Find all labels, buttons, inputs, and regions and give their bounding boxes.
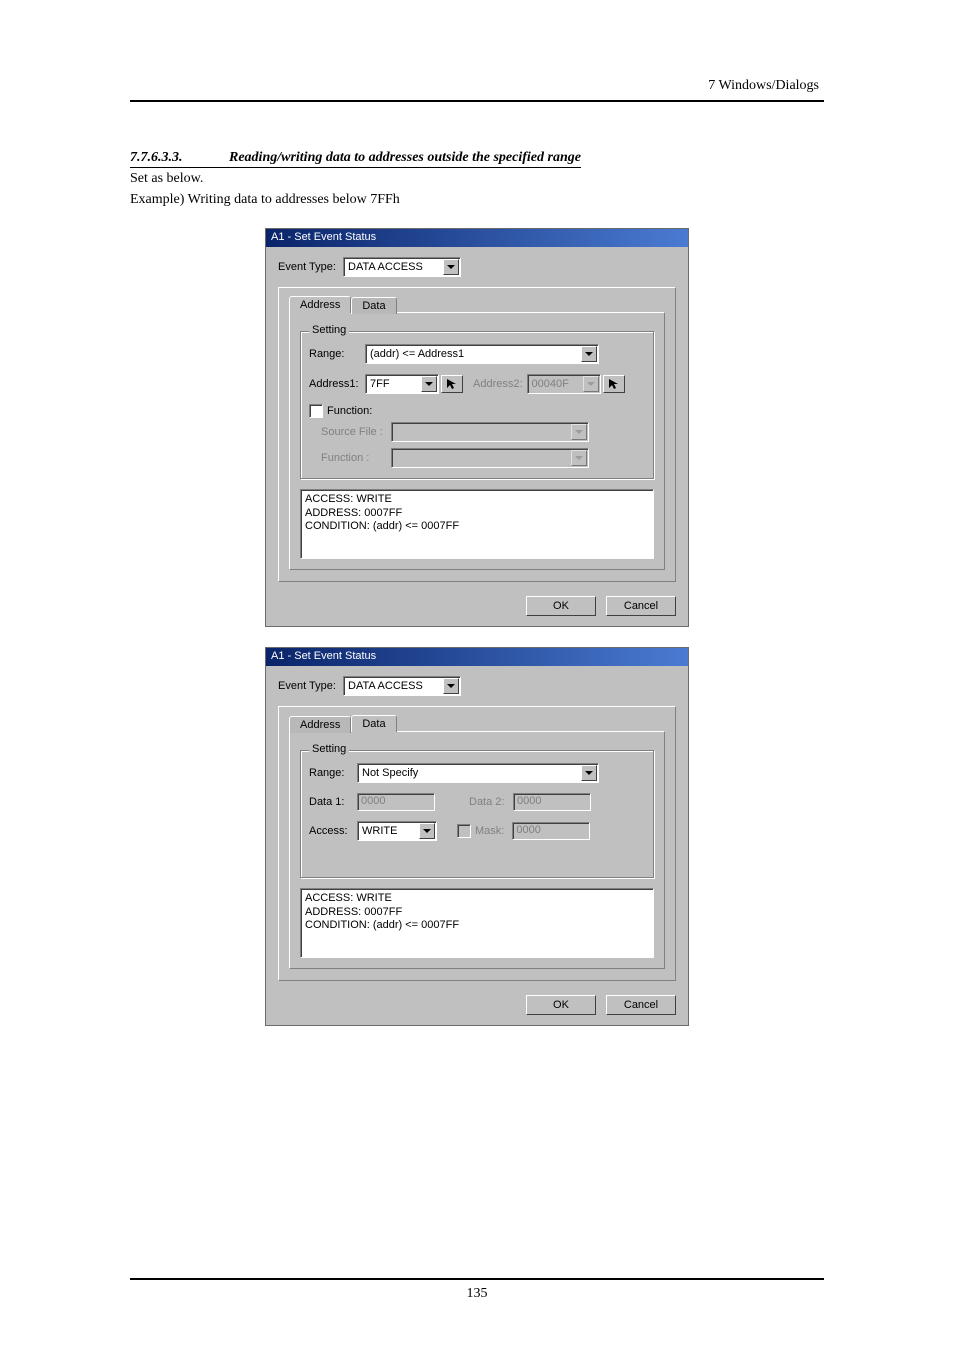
range-dropdown[interactable]: (addr) <= Address1 xyxy=(365,344,599,364)
source-file-label: Source File : xyxy=(321,426,391,438)
range-dropdown[interactable]: Not Specify xyxy=(357,763,599,783)
mask-field: 0000 xyxy=(512,822,590,840)
tab-panel: Address Data Setting Range: (addr) <= Ad… xyxy=(278,287,676,582)
chevron-down-icon[interactable] xyxy=(581,346,597,362)
section-heading: 7.7.6.3.3. Reading/writing data to addre… xyxy=(130,148,581,168)
section-title: Reading/writing data to addresses outsid… xyxy=(229,150,581,165)
ok-label: OK xyxy=(553,999,569,1011)
footer-rule xyxy=(130,1278,824,1280)
event-type-label: Event Type: xyxy=(278,261,343,273)
range-label: Range: xyxy=(309,348,365,360)
function-checkbox-label: Function: xyxy=(327,405,372,417)
chevron-down-icon xyxy=(583,376,599,392)
ok-label: OK xyxy=(553,600,569,612)
source-file-dropdown xyxy=(391,422,589,442)
data1-label: Data 1: xyxy=(309,796,357,808)
dialog-titlebar: A1 - Set Event Status xyxy=(266,229,688,247)
data1-field: 0000 xyxy=(357,793,435,811)
cancel-button[interactable]: Cancel xyxy=(606,995,676,1015)
access-dropdown[interactable]: WRITE xyxy=(357,821,437,841)
event-type-dropdown[interactable]: DATA ACCESS xyxy=(343,257,461,277)
function-label: Function : xyxy=(321,452,391,464)
dialog-titlebar: A1 - Set Event Status xyxy=(266,648,688,666)
address2-pick-button[interactable] xyxy=(603,375,625,393)
tab-address[interactable]: Address xyxy=(289,716,351,733)
address1-label: Address1: xyxy=(309,378,365,390)
access-value: WRITE xyxy=(358,825,419,837)
chevron-down-icon[interactable] xyxy=(443,678,459,694)
page-number: 135 xyxy=(0,1286,954,1302)
groupbox-title: Setting xyxy=(309,743,349,755)
tab-content-data: Setting Range: Not Specify Data xyxy=(289,731,665,969)
range-value: Not Specify xyxy=(358,767,581,779)
cancel-button[interactable]: Cancel xyxy=(606,596,676,616)
section-number: 7.7.6.3.3. xyxy=(130,150,225,166)
address2-label: Address2: xyxy=(473,378,523,390)
tab-panel: Address Data Setting Range: Not Specify xyxy=(278,706,676,981)
range-label: Range: xyxy=(309,767,357,779)
mask-checkbox xyxy=(457,824,471,838)
chevron-down-icon[interactable] xyxy=(421,376,437,392)
setting-groupbox: Setting Range: (addr) <= Address1 xyxy=(300,331,654,479)
data2-field: 0000 xyxy=(513,793,591,811)
event-type-label: Event Type: xyxy=(278,680,343,692)
dialog-address: A1 - Set Event Status Event Type: DATA A… xyxy=(265,228,689,627)
cancel-label: Cancel xyxy=(624,999,658,1011)
address1-value: 7FF xyxy=(366,378,421,390)
status-readout: ACCESS: WRITE ADDRESS: 0007FF CONDITION:… xyxy=(300,489,654,559)
chevron-down-icon[interactable] xyxy=(581,765,597,781)
pointer-icon xyxy=(607,377,621,391)
address1-pick-button[interactable] xyxy=(441,375,463,393)
dialog-title: A1 - Set Event Status xyxy=(271,650,376,662)
cancel-label: Cancel xyxy=(624,600,658,612)
status-readout: ACCESS: WRITE ADDRESS: 0007FF CONDITION:… xyxy=(300,888,654,958)
tab-data[interactable]: Data xyxy=(351,297,396,314)
groupbox-title: Setting xyxy=(309,324,349,336)
address2-dropdown: 00040F xyxy=(527,374,601,394)
function-checkbox[interactable] xyxy=(309,404,323,418)
body-line-1: Set as below. xyxy=(130,170,824,189)
function-dropdown xyxy=(391,448,589,468)
tab-data[interactable]: Data xyxy=(351,715,396,732)
event-type-value: DATA ACCESS xyxy=(344,680,443,692)
tab-content-address: Setting Range: (addr) <= Address1 xyxy=(289,312,665,570)
dialog-title: A1 - Set Event Status xyxy=(271,231,376,243)
chevron-down-icon xyxy=(571,424,587,440)
body-line-2: Example) Writing data to addresses below… xyxy=(130,191,824,210)
tab-address[interactable]: Address xyxy=(289,296,351,313)
running-header: 7 Windows/Dialogs xyxy=(708,78,819,94)
pointer-icon xyxy=(445,377,459,391)
ok-button[interactable]: OK xyxy=(526,596,596,616)
chevron-down-icon[interactable] xyxy=(419,823,435,839)
address1-dropdown[interactable]: 7FF xyxy=(365,374,439,394)
header-rule xyxy=(130,100,824,102)
event-type-value: DATA ACCESS xyxy=(344,261,443,273)
tab-strip: Address Data xyxy=(289,715,665,732)
data2-label: Data 2: xyxy=(469,796,513,808)
setting-groupbox: Setting Range: Not Specify Data xyxy=(300,750,654,878)
event-type-dropdown[interactable]: DATA ACCESS xyxy=(343,676,461,696)
chevron-down-icon[interactable] xyxy=(443,259,459,275)
access-label: Access: xyxy=(309,825,357,837)
range-value: (addr) <= Address1 xyxy=(366,348,581,360)
tab-strip: Address Data xyxy=(289,296,665,313)
mask-label: Mask: xyxy=(475,825,504,837)
ok-button[interactable]: OK xyxy=(526,995,596,1015)
dialog-data: A1 - Set Event Status Event Type: DATA A… xyxy=(265,647,689,1026)
address2-value: 00040F xyxy=(528,378,583,390)
chevron-down-icon xyxy=(571,450,587,466)
